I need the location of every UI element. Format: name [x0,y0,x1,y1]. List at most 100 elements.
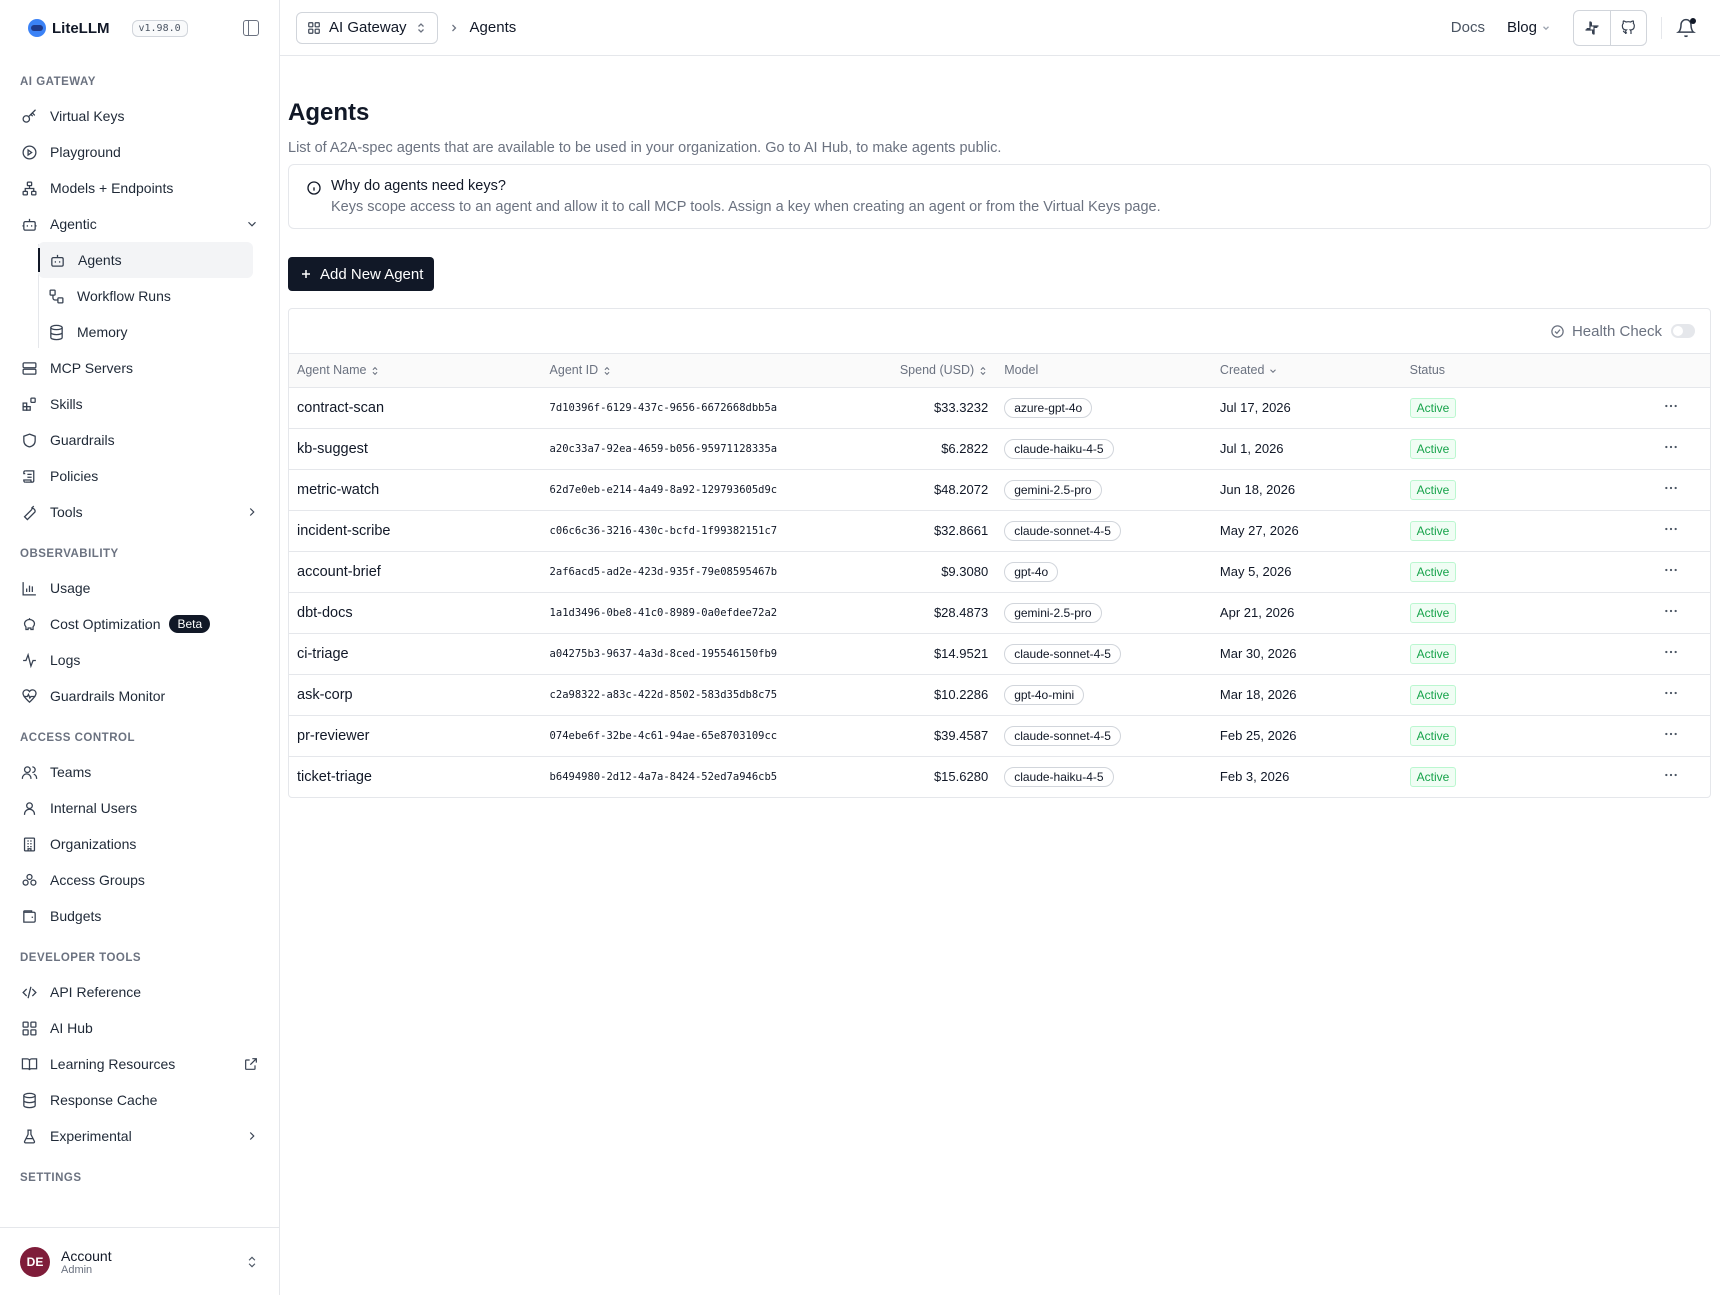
sidebar-item-mcp-servers[interactable]: MCP Servers [0,350,279,386]
collapse-sidebar-icon[interactable] [243,20,259,36]
more-actions-button[interactable] [1663,685,1679,701]
column-agent-name[interactable]: Agent Name [289,354,542,387]
sidebar-item-api-reference[interactable]: API Reference [0,974,279,1010]
model-cell: claude-sonnet-4-5 [996,715,1212,756]
sidebar-item-cost-optimization[interactable]: Cost Optimization Beta [0,606,279,642]
sidebar-item-label: Organizations [50,836,137,852]
sidebar-item-response-cache[interactable]: Response Cache [0,1082,279,1118]
slack-button[interactable] [1574,11,1610,45]
table-row[interactable]: ticket-triage b6494980-2d12-4a7a-8424-52e… [289,756,1710,797]
sidebar-item-ai-hub[interactable]: AI Hub [0,1010,279,1046]
sidebar-item-workflow-runs[interactable]: Workflow Runs [0,278,279,314]
agent-id-cell: c2a98322-a83c-422d-8502-583d35db8c75 [549,688,778,701]
more-actions-button[interactable] [1663,398,1679,414]
github-button[interactable] [1610,10,1646,45]
sidebar-item-internal-users[interactable]: Internal Users [0,790,279,826]
sidebar-item-policies[interactable]: Policies [0,458,279,494]
column-model: Model [1004,363,1039,378]
add-new-agent-button[interactable]: Add New Agent [288,257,435,291]
table-row[interactable]: contract-scan 7d10396f-6129-437c-9656-667… [289,387,1710,428]
sidebar-item-teams[interactable]: Teams [0,754,279,790]
agent-name-cell[interactable]: ask-corp [289,674,542,715]
table-row[interactable]: ci-triage a04275b3-9637-4a3d-8ced-1955461… [289,633,1710,674]
table-row[interactable]: dbt-docs 1a1d3496-0be8-41c0-8989-0a0efdee… [289,592,1710,633]
status-badge: Active [1409,766,1457,787]
model-badge: gpt-4o [1004,561,1059,582]
table-row[interactable]: pr-reviewer 074ebe6f-32be-4c61-94ae-65e87… [289,715,1710,756]
account-menu[interactable]: DE Account Admin [0,1227,279,1295]
actions-cell [1631,756,1710,797]
more-actions-button[interactable] [1663,439,1679,455]
blog-dropdown[interactable]: Blog [1507,19,1551,36]
ellipsis-icon [1664,404,1677,408]
sidebar-item-usage[interactable]: Usage [0,570,279,606]
agent-name-cell[interactable]: incident-scribe [289,510,542,551]
sidebar-item-virtual-keys[interactable]: Virtual Keys [0,98,279,134]
sidebar-item-tools[interactable]: Tools [0,494,279,530]
agent-id-cell: c06c6c36-3216-430c-bcfd-1f99382151c7 [549,524,778,537]
more-actions-button[interactable] [1663,726,1679,742]
status-badge: Active [1409,520,1457,541]
more-actions-button[interactable] [1663,480,1679,496]
sidebar-item-skills[interactable]: Skills [0,386,279,422]
table-row[interactable]: metric-watch 62d7e0eb-e214-4a49-8a92-1297… [289,469,1710,510]
sidebar-item-playground[interactable]: Playground [0,134,279,170]
sidebar-item-logs[interactable]: Logs [0,642,279,678]
table-row[interactable]: incident-scribe c06c6c36-3216-430c-bcfd-1… [289,510,1710,551]
model-badge: claude-sonnet-4-5 [1004,520,1121,541]
sidebar-item-agents[interactable]: Agents [38,242,253,278]
more-actions-button[interactable] [1663,644,1679,660]
agent-name-cell[interactable]: ticket-triage [289,756,542,797]
gateway-selector[interactable]: AI Gateway [296,11,438,44]
status-cell: Active [1402,674,1631,715]
status-cell: Active [1402,551,1631,592]
column-agent-id[interactable]: Agent ID [542,354,832,387]
sidebar-item-models-endpoints[interactable]: Models + Endpoints [0,170,279,206]
book-open-icon [20,1055,38,1073]
more-actions-button[interactable] [1663,603,1679,619]
chevron-right-icon [249,1132,255,1140]
sidebar-item-budgets[interactable]: Budgets [0,898,279,934]
sidebar-item-guardrails-monitor[interactable]: Guardrails Monitor [0,678,279,714]
callout-body: Keys scope access to an agent and allow … [331,199,1161,215]
agent-name-cell[interactable]: dbt-docs [289,592,542,633]
created-cell: Feb 25, 2026 [1219,728,1297,743]
agent-name-cell[interactable]: metric-watch [289,469,542,510]
more-actions-button[interactable] [1663,521,1679,537]
sidebar-item-access-groups[interactable]: Access Groups [0,862,279,898]
building-icon [20,835,38,853]
table-row[interactable]: account-brief 2af6acd5-ad2e-423d-935f-79e… [289,551,1710,592]
agent-name-cell[interactable]: contract-scan [289,387,542,428]
notifications-button[interactable] [1676,17,1696,38]
breadcrumb: Agents [469,19,517,36]
health-check-toggle[interactable] [1671,324,1695,338]
agent-name-cell[interactable]: account-brief [289,551,542,592]
sidebar-item-guardrails[interactable]: Guardrails [0,422,279,458]
column-status: Status [1409,363,1446,378]
docs-link[interactable]: Docs [1451,19,1485,36]
more-actions-button[interactable] [1663,562,1679,578]
grid-icon [20,1019,38,1037]
sidebar-item-organizations[interactable]: Organizations [0,826,279,862]
agent-name-cell[interactable]: kb-suggest [289,428,542,469]
version-badge: v1.98.0 [131,19,188,37]
column-created[interactable]: Created [1212,354,1402,387]
agent-name-cell[interactable]: ci-triage [289,633,542,674]
sidebar-item-label: Guardrails [50,432,115,448]
sidebar-item-agentic[interactable]: Agentic [0,206,279,242]
table-row[interactable]: kb-suggest a20c33a7-92ea-4659-b056-959711… [289,428,1710,469]
agent-name-cell[interactable]: pr-reviewer [289,715,542,756]
sidebar-item-learning-resources[interactable]: Learning Resources [0,1046,279,1082]
sidebar-item-label: Workflow Runs [77,288,171,304]
sort-desc-icon [1270,369,1277,373]
actions-cell [1631,387,1710,428]
sidebar-item-memory[interactable]: Memory [0,314,279,350]
status-cell: Active [1402,715,1631,756]
sidebar-item-experimental[interactable]: Experimental [0,1118,279,1154]
column-spend[interactable]: Spend (USD) [831,354,996,387]
sidebar-item-label: Usage [50,580,91,596]
sort-icon [604,366,610,376]
more-actions-button[interactable] [1663,767,1679,783]
bot-icon [20,215,38,233]
table-row[interactable]: ask-corp c2a98322-a83c-422d-8502-583d35db… [289,674,1710,715]
